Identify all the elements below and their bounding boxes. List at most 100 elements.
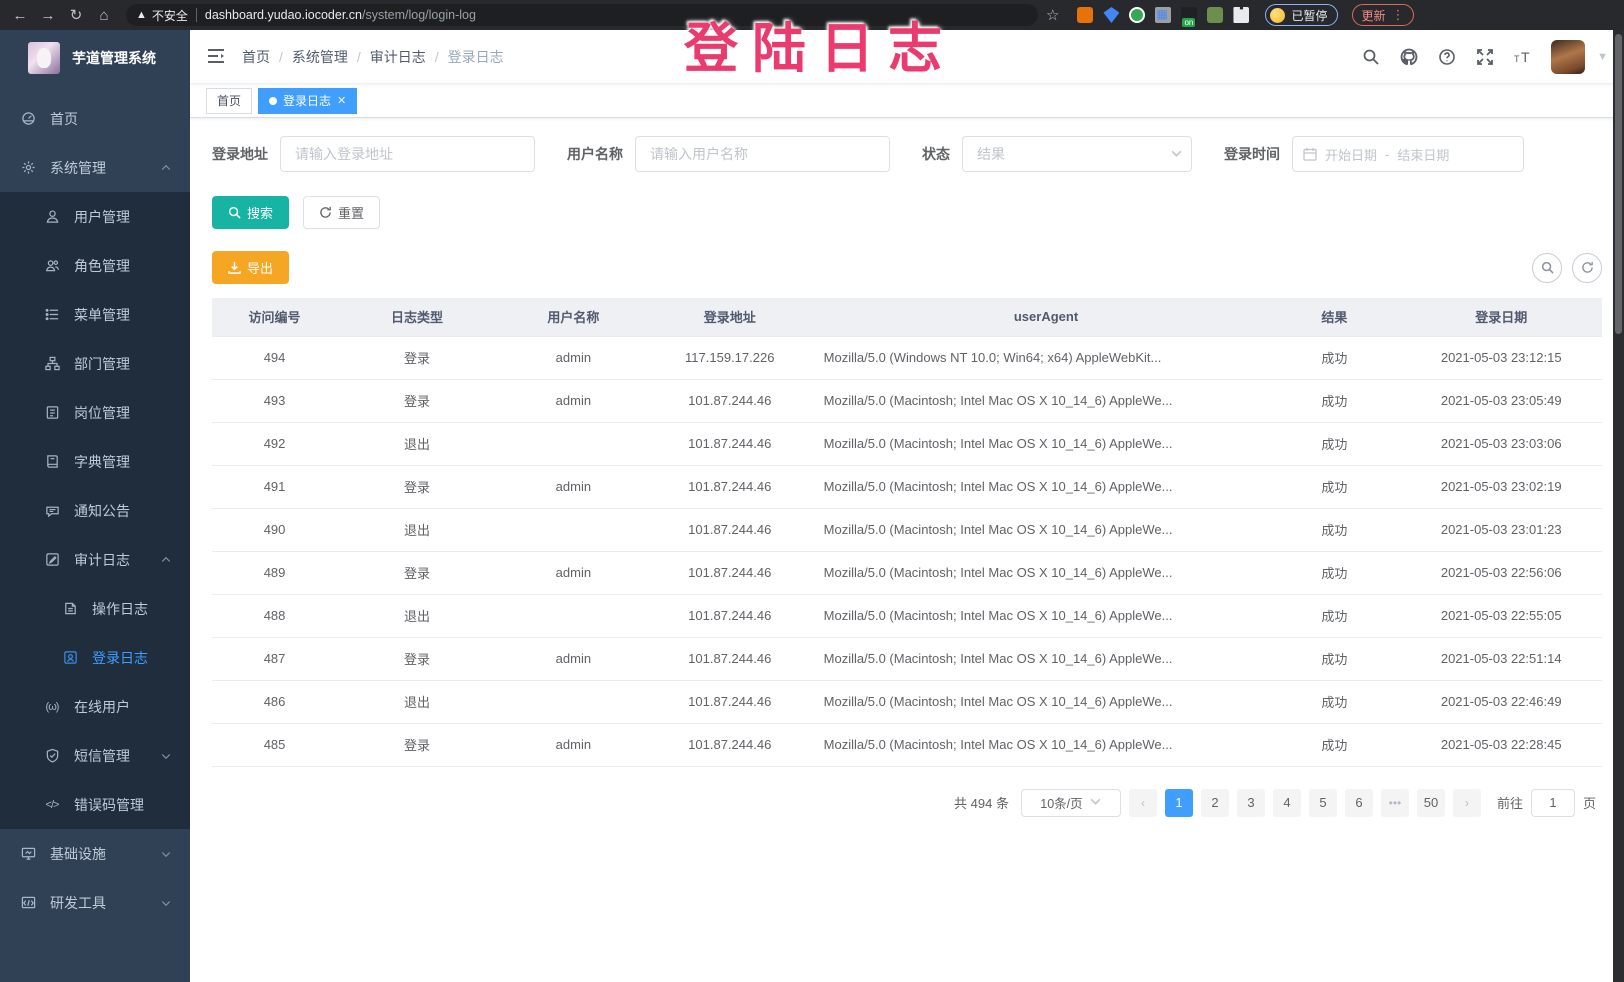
page-scrollbar[interactable]: [1613, 30, 1624, 982]
sidebar-item-7[interactable]: 字典管理: [0, 437, 190, 486]
table-cell: 485: [212, 723, 337, 766]
page-button-1[interactable]: 1: [1165, 789, 1193, 817]
sidebar-item-1[interactable]: 系统管理: [0, 143, 190, 192]
pagination: 共 494 条 10条/页 ‹ 123456•••50 › 前往 页: [212, 789, 1602, 817]
home-icon[interactable]: ⌂: [92, 4, 116, 26]
sidebar-item-0[interactable]: 首页: [0, 94, 190, 143]
extension-leaf-icon[interactable]: [1207, 7, 1223, 23]
page-button-6[interactable]: 6: [1345, 789, 1373, 817]
sidebar-item-4[interactable]: 菜单管理: [0, 290, 190, 339]
sidebar-item-9[interactable]: 审计日志: [0, 535, 190, 584]
status-select-input[interactable]: [962, 136, 1192, 172]
help-icon[interactable]: [1437, 47, 1457, 67]
sidebar-item-6[interactable]: 岗位管理: [0, 388, 190, 437]
sidebar-item-label: 菜单管理: [74, 305, 130, 325]
table-cell: admin: [497, 379, 650, 422]
sidebar-item-12[interactable]: (ω)在线用户: [0, 682, 190, 731]
search-icon[interactable]: [1361, 47, 1381, 67]
table-cell: Mozilla/5.0 (Windows NT 10.0; Win64; x64…: [810, 336, 1269, 379]
status-select[interactable]: [962, 136, 1192, 172]
sidebar-item-11[interactable]: 登录日志: [0, 633, 190, 682]
page-size-select[interactable]: 10条/页: [1021, 789, 1121, 817]
profile-paused-badge[interactable]: 已暂停: [1265, 4, 1338, 26]
table-row: 493登录admin101.87.244.46Mozilla/5.0 (Maci…: [212, 379, 1602, 422]
devtool-icon: [20, 895, 36, 911]
extension-ublock-icon[interactable]: [1077, 7, 1093, 23]
extensions-puzzle-icon[interactable]: [1233, 7, 1249, 23]
tab-0[interactable]: 首页: [206, 88, 252, 114]
close-icon[interactable]: ✕: [337, 94, 346, 107]
start-date-placeholder: 开始日期: [1325, 145, 1377, 164]
refresh-button[interactable]: [1572, 253, 1602, 283]
kebab-menu-icon[interactable]: ⋮: [1391, 7, 1405, 23]
github-icon[interactable]: [1399, 47, 1419, 67]
prev-page-button[interactable]: ‹: [1129, 789, 1157, 817]
sidebar-item-10[interactable]: 操作日志: [0, 584, 190, 633]
table-row: 490退出101.87.244.46Mozilla/5.0 (Macintosh…: [212, 508, 1602, 551]
table-cell: Mozilla/5.0 (Macintosh; Intel Mac OS X 1…: [810, 680, 1269, 723]
sidebar-item-3[interactable]: 角色管理: [0, 241, 190, 290]
table-cell: [497, 594, 650, 637]
toggle-search-button[interactable]: [1532, 253, 1562, 283]
breadcrumb-item[interactable]: 首页: [242, 47, 270, 67]
search-button[interactable]: 搜索: [212, 196, 289, 229]
sidebar-logo[interactable]: 芋道管理系统: [0, 30, 190, 86]
chevron-down-icon: [160, 750, 172, 762]
sidebar-item-13[interactable]: 短信管理: [0, 731, 190, 780]
tab-1[interactable]: 登录日志✕: [258, 88, 357, 114]
fullscreen-icon[interactable]: [1475, 47, 1495, 67]
forward-icon[interactable]: →: [36, 4, 60, 26]
hamburger-icon[interactable]: [206, 46, 228, 68]
table-cell: Mozilla/5.0 (Macintosh; Intel Mac OS X 1…: [810, 594, 1269, 637]
page-button-50[interactable]: 50: [1417, 789, 1445, 817]
table-row: 487登录admin101.87.244.46Mozilla/5.0 (Maci…: [212, 637, 1602, 680]
extension-sync-icon[interactable]: [1129, 7, 1145, 23]
login-address-input[interactable]: [280, 136, 535, 172]
back-icon[interactable]: ←: [8, 4, 32, 26]
sidebar-item-14[interactable]: </>错误码管理: [0, 780, 190, 829]
breadcrumb-item[interactable]: 审计日志: [370, 47, 426, 67]
more-pages-button[interactable]: •••: [1381, 789, 1409, 817]
page-button-2[interactable]: 2: [1201, 789, 1229, 817]
app-title: 芋道管理系统: [72, 48, 156, 68]
reload-icon[interactable]: ↻: [64, 4, 88, 26]
export-button[interactable]: 导出: [212, 251, 289, 284]
font-size-icon[interactable]: TT: [1513, 47, 1533, 67]
table-tool-buttons: [1532, 253, 1602, 283]
sidebar-item-label: 操作日志: [92, 599, 148, 619]
site-security-chip[interactable]: ▲ 不安全: [136, 7, 188, 24]
form-actions: 搜索 重置: [212, 196, 1602, 229]
url-text: dashboard.yudao.iocoder.cn/system/log/lo…: [205, 8, 476, 22]
username-input[interactable]: [635, 136, 890, 172]
page-button-4[interactable]: 4: [1273, 789, 1301, 817]
user-avatar[interactable]: [1551, 40, 1585, 74]
sidebar-item-2[interactable]: 用户管理: [0, 192, 190, 241]
table-cell: 2021-05-03 22:46:49: [1400, 680, 1602, 723]
sidebar-item-5[interactable]: 部门管理: [0, 339, 190, 388]
table-cell: 成功: [1268, 336, 1400, 379]
page-content: 登录地址 用户名称 状态 登录时间: [190, 118, 1624, 982]
bookmark-star-icon[interactable]: ☆: [1046, 6, 1059, 24]
page-button-3[interactable]: 3: [1237, 789, 1265, 817]
extension-grid-icon[interactable]: [1155, 7, 1171, 23]
table-cell: 登录: [337, 551, 497, 594]
divider: [196, 8, 197, 22]
emoji-avatar-icon: [1270, 8, 1285, 23]
filter-form: 登录地址 用户名称 状态 登录时间: [212, 136, 1602, 172]
next-page-button[interactable]: ›: [1453, 789, 1481, 817]
sidebar-item-label: 首页: [50, 109, 78, 129]
sidebar-item-16[interactable]: 研发工具: [0, 878, 190, 927]
login-time-range-picker[interactable]: 开始日期 - 结束日期: [1292, 136, 1524, 172]
extension-gem-icon[interactable]: [1103, 7, 1119, 23]
chevron-down-icon[interactable]: ▼: [1597, 51, 1608, 63]
sidebar-item-15[interactable]: 基础设施: [0, 829, 190, 878]
goto-page-input[interactable]: [1531, 789, 1575, 817]
scrollbar-thumb[interactable]: [1615, 34, 1622, 334]
chrome-update-button[interactable]: 更新 ⋮: [1352, 4, 1414, 26]
table-cell: 101.87.244.46: [650, 422, 810, 465]
page-button-5[interactable]: 5: [1309, 789, 1337, 817]
breadcrumb-item[interactable]: 系统管理: [292, 47, 348, 67]
extension-switch-on-icon[interactable]: [1181, 7, 1197, 23]
sidebar-item-8[interactable]: 通知公告: [0, 486, 190, 535]
reset-button[interactable]: 重置: [303, 196, 380, 229]
